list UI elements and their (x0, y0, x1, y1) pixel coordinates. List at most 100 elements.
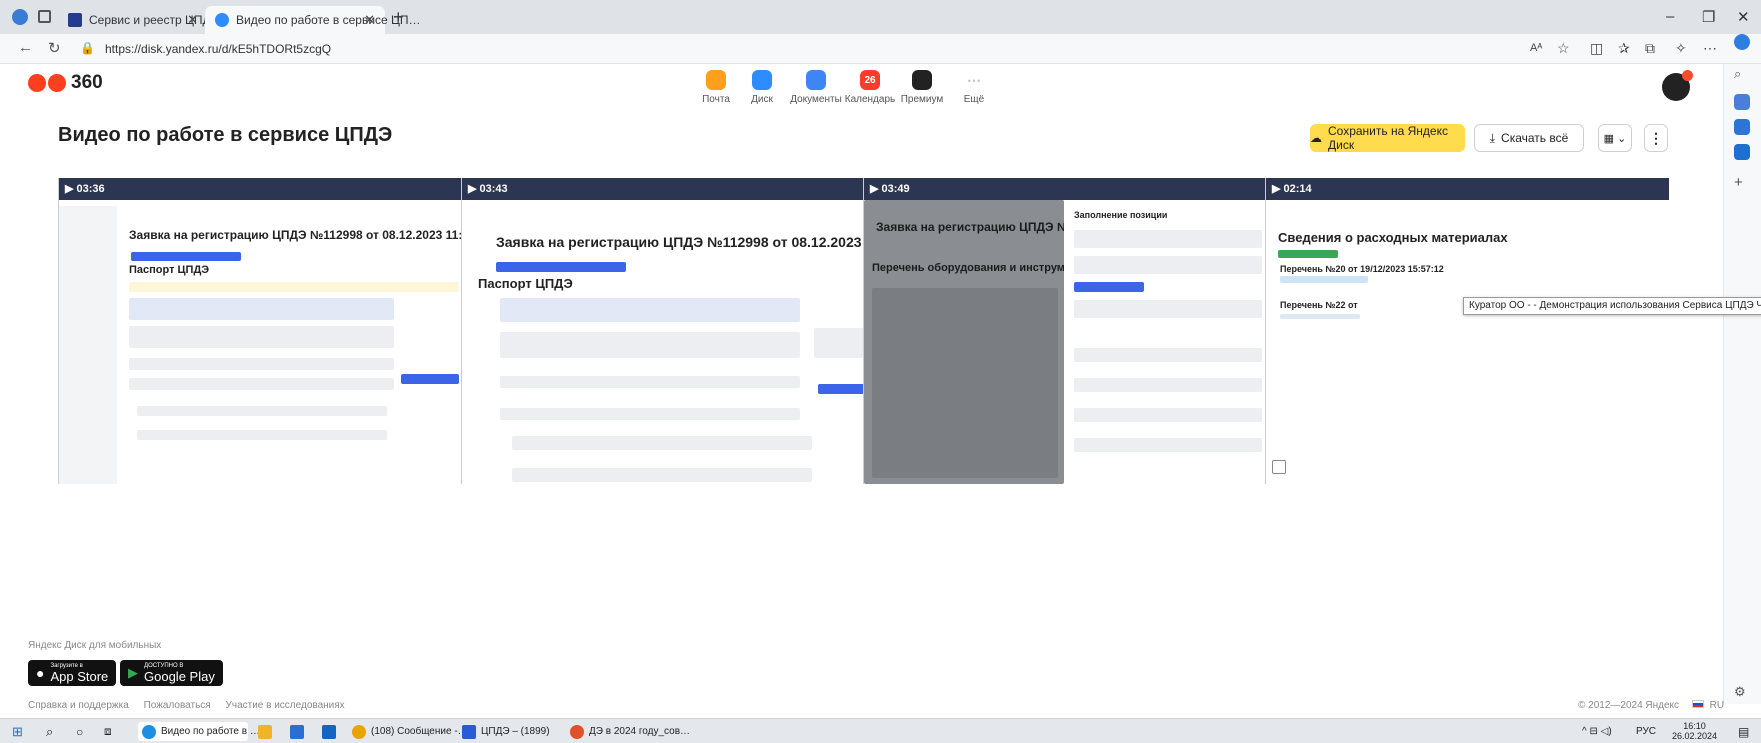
app-store-badge[interactable]: ● Загрузите в App Store (28, 660, 117, 686)
service-disk[interactable]: Диск (732, 70, 792, 105)
taskbar-app-cpde[interactable]: ЦПДЭ – (1899) (462, 722, 550, 741)
mobile-apps-label: Яндекс Диск для мобильных (28, 640, 162, 651)
language-select[interactable]: RU (1710, 700, 1724, 711)
cpde-favicon (68, 13, 82, 27)
more-actions-button[interactable]: ⋮ (1644, 124, 1668, 152)
footer-link-help[interactable]: Справка и поддержка (28, 700, 129, 711)
shopping-icon[interactable] (1734, 94, 1750, 110)
close-icon[interactable]: ✕ (187, 12, 198, 28)
thumb-button (818, 384, 863, 394)
thumb-browser-chrome (864, 178, 1265, 200)
grid-icon: ▦ ⌄ (1603, 132, 1627, 145)
read-aloud-icon[interactable]: Aᴬ (1530, 42, 1542, 54)
lock-icon: 🔒 (80, 41, 95, 55)
outlook-icon[interactable] (1734, 144, 1750, 160)
thumb-field (512, 436, 812, 450)
logo-text: 360 (71, 72, 103, 93)
thumb-field (512, 468, 812, 482)
thumb-field (1074, 408, 1262, 422)
input-language[interactable]: РУС (1636, 722, 1656, 741)
mail-app-icon[interactable] (322, 722, 341, 741)
restore-icon[interactable]: ❐ (1702, 8, 1715, 26)
view-mode-button[interactable]: ▦ ⌄ (1598, 124, 1632, 152)
folder-icon (258, 724, 272, 739)
video-thumbnail-4[interactable]: ▶ 02:14 Сведения о расходных материалах … (1265, 178, 1669, 484)
gplay-big-text: Google Play (144, 668, 215, 684)
play-icon: ▶ (1272, 183, 1284, 195)
back-icon[interactable]: ← (18, 39, 33, 56)
new-tab-icon[interactable]: + (393, 7, 404, 28)
video-thumbnail-3[interactable]: ▶ 03:49 Заявка на регистрацию ЦПДЭ № Пер… (863, 178, 1265, 484)
service-more[interactable]: ⋯ Ещё (944, 70, 1004, 106)
thumb-field (129, 358, 394, 370)
minimize-icon[interactable]: – (1666, 8, 1674, 25)
mail-icon (706, 70, 726, 90)
taskbar-app-edge[interactable]: Видео по работе в … (138, 722, 260, 741)
chrome-icon (352, 724, 366, 739)
video-duration: ▶ 03:36 (65, 182, 105, 195)
footer-link-report[interactable]: Пожаловаться (144, 700, 211, 711)
extensions-icon[interactable]: ✧ (1675, 40, 1687, 57)
gear-icon[interactable]: ⚙ (1734, 684, 1750, 700)
save-to-disk-button[interactable]: ☁ Сохранить на Яндекс Диск (1310, 124, 1465, 152)
download-all-button[interactable]: ⤓ Скачать всё (1474, 124, 1584, 152)
select-checkbox[interactable] (1272, 460, 1286, 474)
close-window-icon[interactable]: ✕ (1737, 8, 1750, 26)
taskbar-app-label: ЦПДЭ – (1899) (481, 726, 550, 737)
thumb-button (1074, 282, 1144, 292)
thumb-highlight (1280, 276, 1368, 283)
thumb-tab (496, 262, 626, 272)
search-icon[interactable]: ⌕ (46, 722, 53, 741)
add-icon[interactable]: + (1734, 174, 1750, 191)
browser-tab-bar: Сервис и реестр ЦПДЭ ✕ Видео по работе в… (0, 0, 1761, 34)
task-view-icon[interactable]: ⧈ (104, 722, 112, 741)
store-icon[interactable] (290, 722, 309, 741)
google-play-badge[interactable]: ▶ ДОСТУПНО В Google Play (120, 660, 223, 686)
collections-icon[interactable]: ⧉ (1645, 40, 1655, 57)
thumb-field (500, 376, 800, 388)
notifications-icon[interactable]: ▤ (1738, 722, 1749, 741)
calendar-day: 26 (864, 74, 876, 86)
copilot-icon[interactable] (1734, 34, 1750, 50)
thumb-field (129, 378, 394, 390)
avatar[interactable] (1662, 70, 1693, 101)
footer-link-research[interactable]: Участие в исследованиях (226, 700, 345, 711)
split-screen-icon[interactable]: ◫ (1590, 40, 1603, 57)
file-explorer-icon[interactable] (258, 722, 277, 741)
tab-actions-icon[interactable] (38, 10, 51, 23)
file-name-tooltip: Куратор ОО - - Демонстрация использовани… (1463, 297, 1761, 315)
taskbar-app-chrome[interactable]: (108) Сообщение -… (352, 722, 468, 741)
tab-video[interactable]: Видео по работе в сервисе ЦП… ✕ (205, 6, 421, 34)
profile-icon[interactable] (12, 9, 28, 25)
yandex-360-logo[interactable]: 360 (28, 72, 103, 94)
clock[interactable]: 16:10 26.02.2024 (1672, 721, 1717, 741)
footer-links: Справка и поддержка Пожаловаться Участие… (28, 700, 357, 711)
thumb-notice (129, 282, 459, 292)
close-icon[interactable]: ✕ (364, 12, 375, 28)
favorites-icon[interactable]: ✰ (1618, 40, 1630, 57)
clock-time: 16:10 (1683, 721, 1706, 731)
tab-cpde-registry[interactable]: Сервис и реестр ЦПДЭ ✕ (58, 6, 219, 34)
video-thumbnail-2[interactable]: ▶ 03:43 Заявка на регистрацию ЦПДЭ №1129… (461, 178, 863, 484)
service-premium[interactable]: Премиум (892, 70, 952, 105)
refresh-icon[interactable]: ↻ (48, 39, 61, 57)
search-icon[interactable]: ⌕ (1734, 66, 1750, 82)
service-docs[interactable]: Документы (786, 70, 846, 105)
thumb-title: Заявка на регистрацию ЦПДЭ № (876, 220, 1071, 234)
url-field[interactable]: https://disk.yandex.ru/d/kE5hTDORt5zcgQ (105, 42, 331, 56)
settings-more-icon[interactable]: ⋯ (1703, 40, 1717, 57)
video-thumbnail-1[interactable]: ▶ 03:36 Заявка на регистрацию ЦПДЭ №1129… (58, 178, 461, 484)
windows-start-icon[interactable]: ⊞ (12, 722, 23, 741)
yandex-browser-icon (570, 724, 584, 739)
yandex-logo-icon (28, 74, 46, 92)
page-title: Видео по работе в сервисе ЦПДЭ (58, 124, 393, 146)
thumb-field (1074, 230, 1262, 248)
360-ring-icon (48, 74, 66, 92)
download-button-label: Скачать всё (1501, 131, 1569, 145)
tools-icon[interactable] (1734, 119, 1750, 135)
cortana-icon[interactable]: ○ (76, 722, 83, 741)
tray-icons[interactable]: ^ ⊟ ◁) (1582, 722, 1612, 741)
service-calendar[interactable]: 26 Календарь (840, 70, 900, 105)
taskbar-app-doc[interactable]: ДЭ в 2024 году_сов… (570, 722, 690, 741)
favorite-star-icon[interactable]: ☆ (1557, 40, 1570, 57)
